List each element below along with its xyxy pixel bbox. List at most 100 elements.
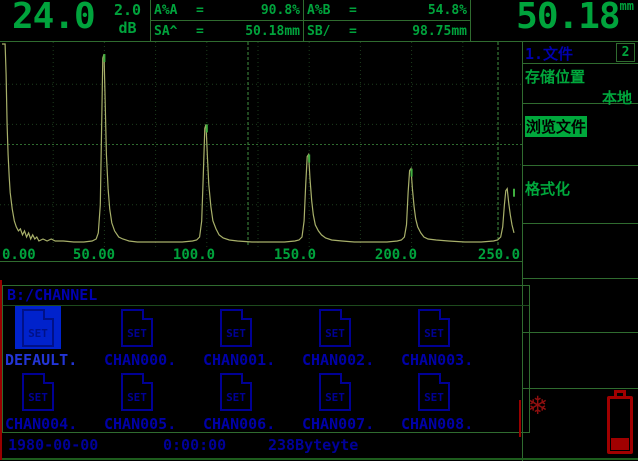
- set-icon-text: SET: [321, 391, 349, 404]
- file-item-chan003[interactable]: SET CHAN003.: [401, 306, 500, 369]
- status-date: 1980-00-00: [8, 436, 98, 454]
- file-item-chan005[interactable]: SETCHAN005.: [104, 370, 203, 433]
- file-name: CHAN008.: [401, 415, 500, 433]
- set-icon-text: SET: [321, 327, 349, 340]
- set-icon-text: SET: [24, 327, 52, 340]
- equals-sign: =: [349, 24, 369, 39]
- folded-corner: [43, 373, 54, 384]
- primary-reading: 50.18mm: [516, 0, 634, 37]
- set-icon-text: SET: [24, 391, 52, 404]
- sidebar-item-label: 格式化: [525, 178, 636, 199]
- gain-unit-label: dB: [114, 19, 141, 37]
- folded-corner: [439, 373, 450, 384]
- measurement-value: 54.8%: [369, 3, 467, 18]
- measurement-box-0: A%A=90.8%SA^=50.18mm: [150, 0, 304, 41]
- file-name: CHAN001.: [203, 351, 302, 369]
- file-icon-highlight: SET: [15, 306, 61, 349]
- equals-sign: =: [196, 24, 216, 39]
- folded-corner: [241, 373, 252, 384]
- left-edge-marker: [0, 280, 2, 460]
- file-icon-highlight: SET: [411, 370, 457, 413]
- file-item-chan008[interactable]: SET CHAN008.: [401, 370, 500, 433]
- measurement-label: A%B: [307, 3, 349, 18]
- right-edge-marker: [519, 400, 521, 437]
- file-icon-highlight: SET: [213, 370, 259, 413]
- menu-page-indicator[interactable]: 2: [616, 43, 635, 62]
- gain-readout: 24.0: [12, 0, 95, 37]
- file-item-default[interactable]: SET DEFAULT.: [5, 306, 104, 369]
- file-icon-highlight: SET: [114, 306, 160, 349]
- sidebar-item-empty-3[interactable]: [523, 224, 638, 279]
- sidebar-item-label: 浏览文件: [525, 116, 587, 137]
- folded-corner: [340, 309, 351, 320]
- folded-corner: [241, 309, 252, 320]
- gain-step-value: 2.0: [114, 1, 141, 19]
- set-icon-text: SET: [420, 391, 448, 404]
- file-icon-highlight: SET: [312, 306, 358, 349]
- file-item-chan007[interactable]: SETCHAN007.: [302, 370, 401, 433]
- file-name: CHAN004.: [5, 415, 104, 433]
- set-file-icon: SET: [121, 373, 153, 411]
- folded-corner: [439, 309, 450, 320]
- sidebar-item-empty-4[interactable]: [523, 279, 638, 333]
- set-file-icon: SET: [220, 309, 252, 347]
- set-file-icon: SET: [22, 373, 54, 411]
- measurement-row: SA^=50.18mm: [151, 21, 303, 41]
- file-item-chan002[interactable]: SETCHAN002.: [302, 306, 401, 369]
- file-icon-highlight: SET: [15, 370, 61, 413]
- measurement-box-1: A%B=54.8%SB/=98.75mm: [304, 0, 471, 41]
- measurement-row: A%B=54.8%: [304, 0, 470, 21]
- sidebar-item-浏览文件[interactable]: 浏览文件: [523, 104, 638, 166]
- file-item-chan001[interactable]: SET CHAN001.: [203, 306, 302, 369]
- set-file-icon: SET: [220, 373, 252, 411]
- measurement-label: SA^: [154, 24, 196, 39]
- equals-sign: =: [196, 3, 216, 18]
- status-size: 238Byteyte: [268, 436, 358, 454]
- plot-area: [0, 42, 522, 247]
- menu-title: 1.文件: [525, 43, 573, 64]
- set-file-icon: SET: [418, 309, 450, 347]
- sidebar-item-存储位置[interactable]: 存储位置本地: [523, 64, 638, 104]
- sidebar-item-empty-5[interactable]: [523, 333, 638, 389]
- status-time: 0:00:00: [163, 436, 226, 454]
- file-name: CHAN003.: [401, 351, 500, 369]
- folded-corner: [340, 373, 351, 384]
- folded-corner: [43, 309, 54, 320]
- top-bar: 24.0 2.0 dB A%A=90.8%SA^=50.18mmA%B=54.8…: [0, 0, 638, 42]
- sidebar-item-label: 存储位置: [525, 66, 636, 87]
- status-bar: 1980-00-00 0:00:00 238Byteyte: [0, 436, 638, 458]
- file-name: CHAN000.: [104, 351, 203, 369]
- set-icon-text: SET: [222, 327, 250, 340]
- measurement-value: 50.18mm: [216, 24, 300, 39]
- file-name: DEFAULT.: [5, 351, 104, 369]
- file-item-chan006[interactable]: SET CHAN006.: [203, 370, 302, 433]
- file-browser-dialog: B:/CHANNEL SETDEFAULT.SETCHAN000.SETCHAN…: [2, 285, 530, 433]
- set-file-icon: SET: [22, 309, 54, 347]
- measurement-value: 98.75mm: [369, 24, 467, 39]
- set-icon-text: SET: [123, 391, 151, 404]
- primary-reading-value: 50.18: [516, 0, 619, 37]
- set-file-icon: SET: [418, 373, 450, 411]
- set-icon-text: SET: [420, 327, 448, 340]
- file-icon-highlight: SET: [411, 306, 457, 349]
- folded-corner: [142, 373, 153, 384]
- measurement-label: A%A: [154, 3, 196, 18]
- menu-header: 1.文件 2: [523, 42, 638, 64]
- sidebar-item-格式化[interactable]: 格式化: [523, 166, 638, 224]
- measurement-label: SB/: [307, 24, 349, 39]
- file-icon-highlight: SET: [213, 306, 259, 349]
- measurement-row: SB/=98.75mm: [304, 21, 470, 41]
- set-file-icon: SET: [121, 309, 153, 347]
- file-name: CHAN006.: [203, 415, 302, 433]
- file-icon-highlight: SET: [312, 370, 358, 413]
- file-item-chan000[interactable]: SET CHAN000.: [104, 306, 203, 369]
- measurement-boxes: A%A=90.8%SA^=50.18mmA%B=54.8%SB/=98.75mm: [150, 0, 471, 41]
- set-file-icon: SET: [319, 373, 351, 411]
- file-item-chan004[interactable]: SET CHAN004.: [5, 370, 104, 433]
- menu-items: 存储位置本地浏览文件格式化: [523, 64, 638, 389]
- a-scan-waveform: [0, 42, 522, 247]
- set-file-icon: SET: [319, 309, 351, 347]
- equals-sign: =: [349, 3, 369, 18]
- instrument-screen: 24.0 2.0 dB A%A=90.8%SA^=50.18mmA%B=54.8…: [0, 0, 638, 461]
- primary-reading-unit: mm: [620, 0, 634, 13]
